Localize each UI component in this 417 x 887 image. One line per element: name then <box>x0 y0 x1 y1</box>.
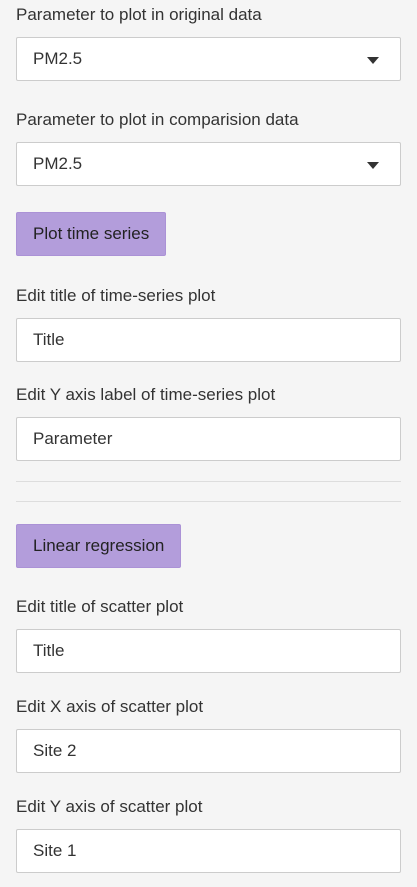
scatter-xaxis-label: Edit X axis of scatter plot <box>16 697 204 716</box>
original-param-value: PM2.5 <box>33 49 83 68</box>
scatter-xaxis-input[interactable]: Site 2 <box>16 729 401 773</box>
scatter-title-input[interactable]: Title <box>16 629 401 673</box>
chevron-down-icon <box>367 162 379 169</box>
comparison-param-label: Parameter to plot in comparision data <box>16 110 299 129</box>
section-divider <box>16 481 401 482</box>
linear-regression-button[interactable]: Linear regression <box>16 524 182 568</box>
timeseries-title-input[interactable]: Title <box>16 318 401 362</box>
scatter-yaxis-input[interactable]: Site 1 <box>16 829 401 873</box>
timeseries-ylabel-label: Edit Y axis label of time-series plot <box>16 385 276 404</box>
original-param-label: Parameter to plot in original data <box>16 5 262 24</box>
comparison-param-value: PM2.5 <box>33 154 83 173</box>
timeseries-ylabel-input[interactable]: Parameter <box>16 417 401 461</box>
chevron-down-icon <box>367 57 379 64</box>
section-divider <box>16 501 401 502</box>
original-param-select[interactable]: PM2.5 <box>16 37 401 81</box>
comparison-param-select[interactable]: PM2.5 <box>16 142 401 186</box>
plot-time-series-button[interactable]: Plot time series <box>16 212 167 256</box>
scatter-yaxis-label: Edit Y axis of scatter plot <box>16 797 203 816</box>
timeseries-title-label: Edit title of time-series plot <box>16 286 216 305</box>
scatter-title-label: Edit title of scatter plot <box>16 597 184 616</box>
